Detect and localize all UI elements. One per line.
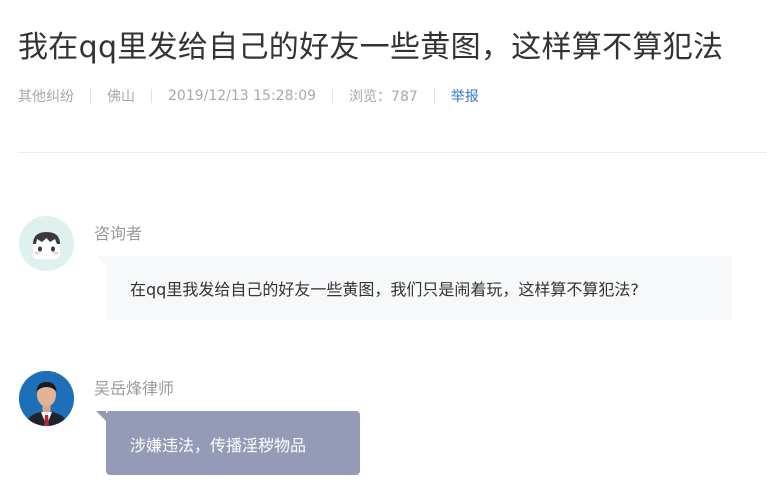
view-count: 浏览：787	[349, 89, 418, 105]
header-divider	[18, 152, 767, 153]
meta-divider	[433, 89, 435, 103]
cartoon-user-avatar-icon	[19, 216, 74, 271]
consultant-name: 咨询者	[94, 224, 143, 243]
meta-divider	[151, 89, 152, 103]
meta-divider	[332, 89, 334, 103]
question-meta: 其他纠纷 佛山 2019/12/13 15:28:09 浏览：787 举报	[18, 86, 479, 106]
report-link[interactable]: 举报	[451, 86, 479, 106]
city-label: 佛山	[107, 89, 135, 105]
answer-message: 涉嫌违法，传播淫秽物品	[96, 411, 360, 475]
meta-divider	[90, 89, 91, 103]
lawyer-photo-avatar-icon[interactable]	[19, 371, 74, 426]
post-datetime: 2019/12/13 15:28:09	[168, 88, 317, 104]
page-title: 我在qq里发给自己的好友一些黄图，这样算不算犯法	[18, 30, 724, 65]
question-message: 在qq里我发给自己的好友一些黄图，我们只是闹着玩，这样算不算犯法?	[96, 256, 732, 320]
category-tag[interactable]: 其他纠纷	[18, 86, 74, 106]
lawyer-name[interactable]: 吴岳烽律师	[94, 375, 174, 399]
